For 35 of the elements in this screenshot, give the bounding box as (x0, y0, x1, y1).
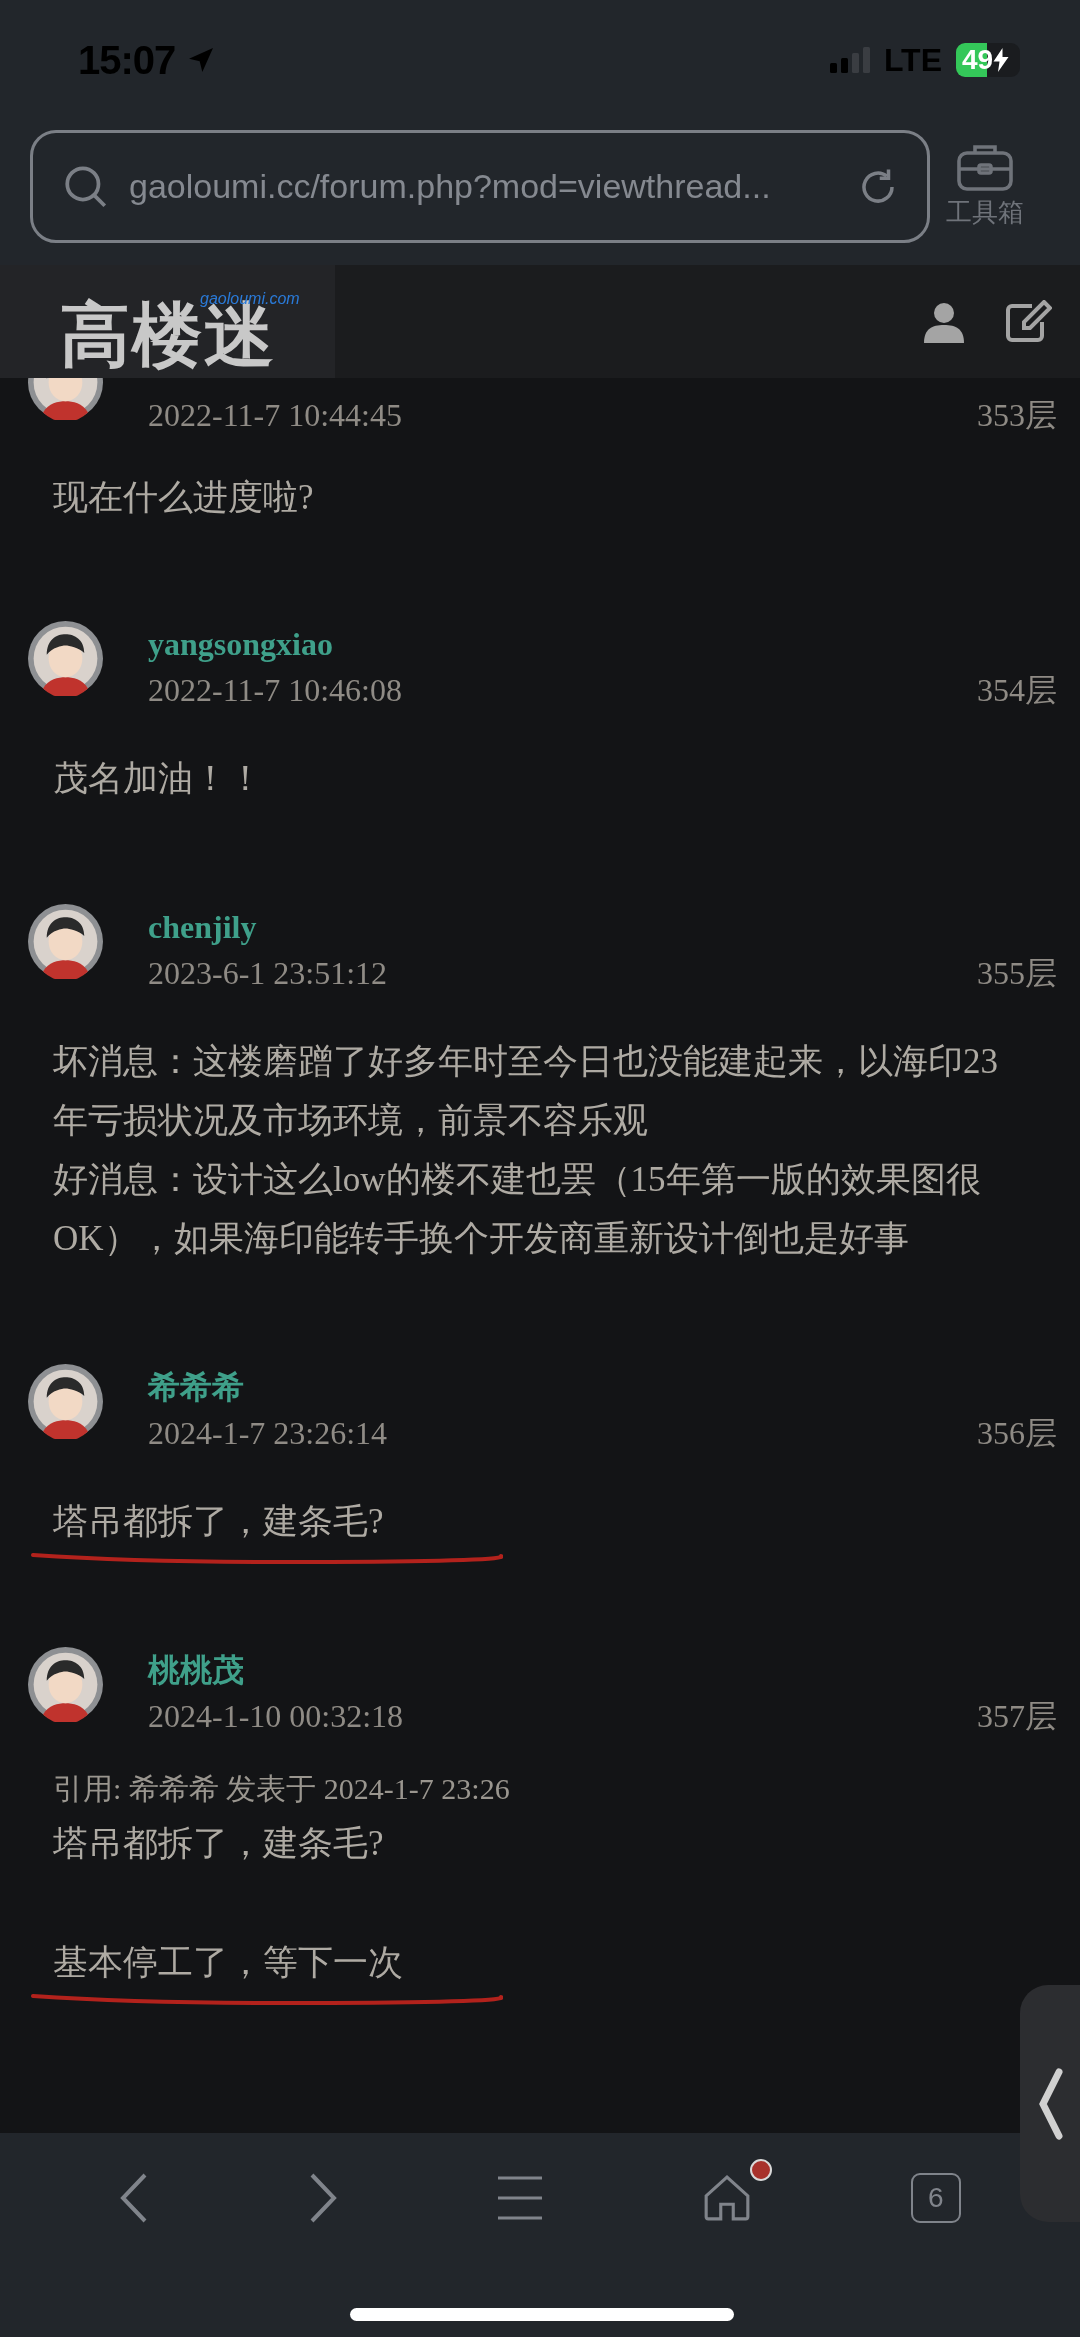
post-text: 基本停工了，等下一次 (53, 1942, 403, 1984)
site-logo[interactable]: gaoloumi.com 高楼迷 (0, 265, 335, 378)
username-link[interactable]: chenjily (148, 904, 257, 950)
username-link[interactable]: 桃桃茂 (148, 1647, 244, 1693)
floor-number: 357层 (977, 1697, 1057, 1736)
side-drawer-handle[interactable] (1020, 1985, 1080, 2222)
post-text: 坏消息：这楼磨蹭了好多年时至今日也没能建起来，以海印23年亏损状况及市场环境，前景不容乐观 (53, 1041, 999, 1142)
post-date: 2022-11-7 10:46:08 (148, 671, 402, 710)
toolbox-button[interactable]: 工具箱 (946, 141, 1024, 232)
avatar[interactable] (28, 1364, 103, 1439)
avatar[interactable] (28, 621, 103, 696)
url-text: gaoloumi.cc/forum.php?mod=viewthread... (129, 166, 771, 207)
floor-number: 356层 (977, 1414, 1057, 1453)
address-bar[interactable]: gaoloumi.cc/forum.php?mod=viewthread... (30, 130, 930, 243)
floor-number: 353层 (977, 396, 1057, 435)
username-link[interactable]: 希希希 (148, 1364, 244, 1410)
post-date: 2023-6-1 23:51:12 (148, 954, 388, 993)
post-text: 塔吊都拆了，建条毛? (53, 1501, 384, 1543)
post-date: 2022-11-7 10:44:45 (148, 396, 402, 435)
edit-icon[interactable] (1004, 299, 1052, 344)
quote-header: 引用: 希希希 发表于 2024-1-7 23:26 (53, 1771, 511, 1807)
floor-number: 355层 (977, 954, 1057, 993)
username-link[interactable]: yangsongxiao (148, 621, 333, 667)
post-date: 2024-1-7 23:26:14 (148, 1414, 388, 1453)
avatar[interactable] (28, 1647, 103, 1722)
post-date: 2024-1-10 00:32:18 (148, 1697, 404, 1736)
post-text: 现在什么进度啦? (53, 477, 314, 519)
post-text: 茂名加油！！ (53, 758, 263, 800)
floor-number: 354层 (977, 671, 1057, 710)
tabs-count-button[interactable]: 6 (910, 2173, 961, 2223)
quote-text: 塔吊都拆了，建条毛? (53, 1823, 385, 1865)
post-text: 好消息：设计这么low的楼不建也罢（15年第一版的效果图很OK），如果海印能转手换个开发商重新设计倒也是好事 (53, 1159, 982, 1260)
avatar[interactable] (28, 904, 103, 979)
user-icon[interactable] (924, 300, 964, 343)
menu-icon[interactable] (495, 2174, 544, 2222)
